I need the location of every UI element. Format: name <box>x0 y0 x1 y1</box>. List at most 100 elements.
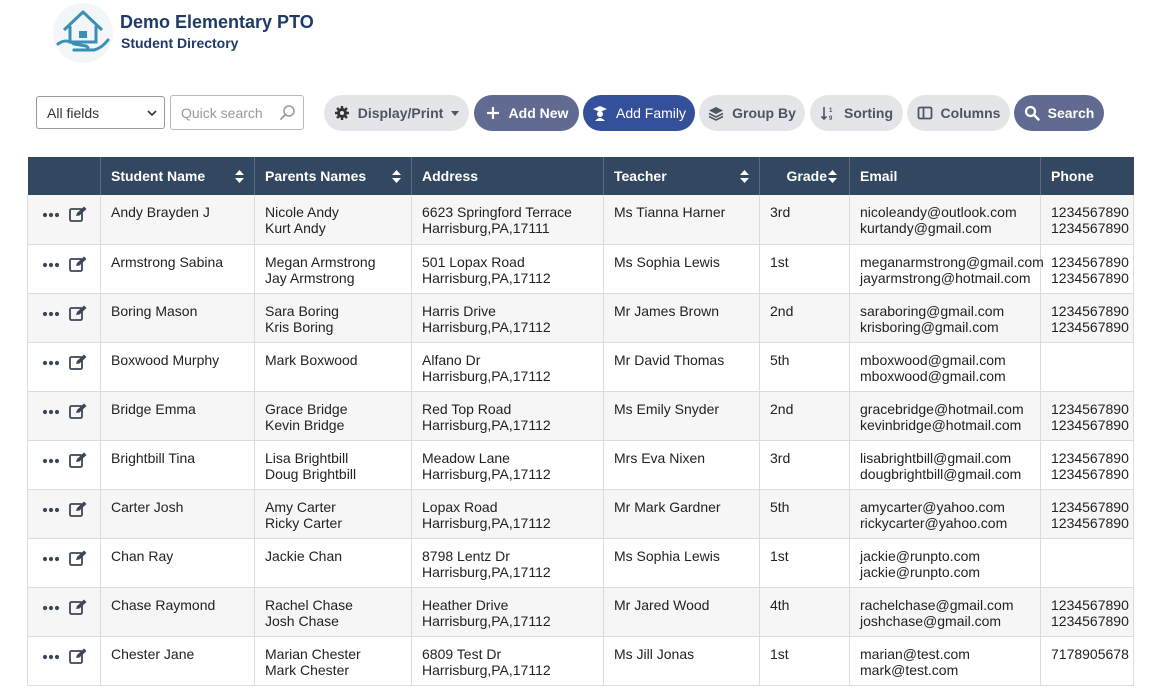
row-actions-cell <box>28 538 101 587</box>
parent-name: Kevin Bridge <box>265 417 401 433</box>
search-icon[interactable] <box>279 104 297 122</box>
grade: 2nd <box>770 401 839 417</box>
parent-name: Rachel Chase <box>265 597 401 613</box>
address-cell: 6809 Test DrHarrisburg,PA,17112 <box>412 636 604 685</box>
grade-cell: 2nd <box>760 391 850 440</box>
teacher-name: Mr David Thomas <box>614 352 749 368</box>
table-row: Carter Josh Amy CarterRicky Carter Lopax… <box>28 489 1134 538</box>
gear-icon <box>334 105 350 121</box>
email-address: joshchase@gmail.com <box>860 613 1030 629</box>
teacher-name: Mrs Eva Nixen <box>614 450 749 466</box>
more-options-icon[interactable] <box>42 599 60 615</box>
column-header-email[interactable]: Email <box>850 157 1041 195</box>
grade-cell: 5th <box>760 342 850 391</box>
grade: 5th <box>770 352 839 368</box>
quick-search-input[interactable] <box>179 104 283 122</box>
edit-icon[interactable] <box>69 256 87 272</box>
column-header-student-name[interactable]: Student Name <box>101 157 255 195</box>
sort-icon[interactable] <box>828 170 837 183</box>
columns-button[interactable]: Columns <box>907 95 1010 131</box>
column-header-address[interactable]: Address <box>412 157 604 195</box>
phone-number: 1234567890 <box>1051 303 1123 319</box>
parent-name: Mark Chester <box>265 662 401 678</box>
display-print-button[interactable]: Display/Print <box>324 95 469 131</box>
more-options-icon[interactable] <box>42 305 60 321</box>
svg-text:1: 1 <box>829 108 833 114</box>
edit-icon[interactable] <box>69 599 87 615</box>
more-options-icon[interactable] <box>42 256 60 272</box>
parents-names-cell: Amy CarterRicky Carter <box>255 489 412 538</box>
edit-icon[interactable] <box>69 550 87 566</box>
add-family-label: Add Family <box>616 105 686 121</box>
edit-icon[interactable] <box>69 452 87 468</box>
more-options-icon[interactable] <box>42 648 60 664</box>
sorting-button[interactable]: 19 Sorting <box>810 95 903 131</box>
table-row: Chan Ray Jackie Chan 8798 Lentz DrHarris… <box>28 538 1134 587</box>
column-header-grade[interactable]: Grade <box>760 157 850 195</box>
teacher-name: Ms Emily Snyder <box>614 401 749 417</box>
grade-cell: 4th <box>760 587 850 636</box>
email-cell: mboxwood@gmail.commboxwood@gmail.com <box>850 342 1041 391</box>
address-cell: 6623 Springford TerraceHarrisburg,PA,171… <box>412 195 604 244</box>
edit-icon[interactable] <box>69 501 87 517</box>
more-options-icon[interactable] <box>42 501 60 517</box>
edit-icon[interactable] <box>69 305 87 321</box>
teacher-cell: Mr David Thomas <box>604 342 760 391</box>
group-by-button[interactable]: Group By <box>699 95 805 131</box>
quick-search-box[interactable] <box>170 95 304 130</box>
more-options-icon[interactable] <box>42 550 60 566</box>
phone-number: 1234567890 <box>1051 613 1123 629</box>
columns-label: Columns <box>941 105 1001 121</box>
email-cell: nicoleandy@outlook.comkurtandy@gmail.com <box>850 195 1041 244</box>
email-cell: amycarter@yahoo.comrickycarter@yahoo.com <box>850 489 1041 538</box>
parent-name: Kris Boring <box>265 319 401 335</box>
add-new-button[interactable]: Add New <box>474 95 579 131</box>
student-name-cell: Boring Mason <box>101 293 255 342</box>
parent-name: Doug Brightbill <box>265 466 401 482</box>
student-name: Chester Jane <box>111 646 244 662</box>
row-actions-cell <box>28 244 101 293</box>
table-row: Chester Jane Marian ChesterMark Chester … <box>28 636 1134 685</box>
email-address: krisboring@gmail.com <box>860 319 1030 335</box>
field-select[interactable]: All fields <box>36 96 165 129</box>
sort-icon[interactable] <box>235 170 244 183</box>
phone-number: 1234567890 <box>1051 319 1123 335</box>
more-options-icon[interactable] <box>42 452 60 468</box>
more-options-icon[interactable] <box>42 354 60 370</box>
sort-icon[interactable] <box>392 170 401 183</box>
teacher-cell: Mrs Eva Nixen <box>604 440 760 489</box>
plus-icon <box>485 105 501 121</box>
phone-number: 1234567890 <box>1051 417 1123 433</box>
phone-cell: 12345678901234567890 <box>1041 293 1134 342</box>
email-address: rickycarter@yahoo.com <box>860 515 1030 531</box>
address-city: Harrisburg,PA,17112 <box>422 417 593 433</box>
parent-name: Lisa Brightbill <box>265 450 401 466</box>
address-city: Harrisburg,PA,17112 <box>422 564 593 580</box>
search-button[interactable]: Search <box>1014 95 1104 131</box>
more-options-icon[interactable] <box>42 403 60 419</box>
edit-icon[interactable] <box>69 403 87 419</box>
add-family-button[interactable]: Add Family <box>583 95 695 131</box>
edit-icon[interactable] <box>69 206 87 222</box>
row-actions-cell <box>28 587 101 636</box>
columns-icon <box>917 105 933 121</box>
column-header-label: Address <box>422 168 478 184</box>
grade: 1st <box>770 548 839 564</box>
student-table: Student Name Parents Names Address Teach… <box>27 157 1134 686</box>
column-header-label: Phone <box>1051 168 1094 184</box>
address-city: Harrisburg,PA,17112 <box>422 466 593 482</box>
more-options-icon[interactable] <box>42 206 60 222</box>
row-actions-cell <box>28 440 101 489</box>
svg-text:9: 9 <box>829 116 833 121</box>
phone-cell <box>1041 342 1134 391</box>
table-row: Armstrong Sabina Megan ArmstrongJay Arms… <box>28 244 1134 293</box>
student-name: Brightbill Tina <box>111 450 244 466</box>
edit-icon[interactable] <box>69 648 87 664</box>
grade-cell: 1st <box>760 636 850 685</box>
edit-icon[interactable] <box>69 354 87 370</box>
column-header-parents-names[interactable]: Parents Names <box>255 157 412 195</box>
email-cell: marian@test.commark@test.com <box>850 636 1041 685</box>
column-header-teacher[interactable]: Teacher <box>604 157 760 195</box>
column-header-phone[interactable]: Phone <box>1041 157 1134 195</box>
sort-icon[interactable] <box>740 170 749 183</box>
